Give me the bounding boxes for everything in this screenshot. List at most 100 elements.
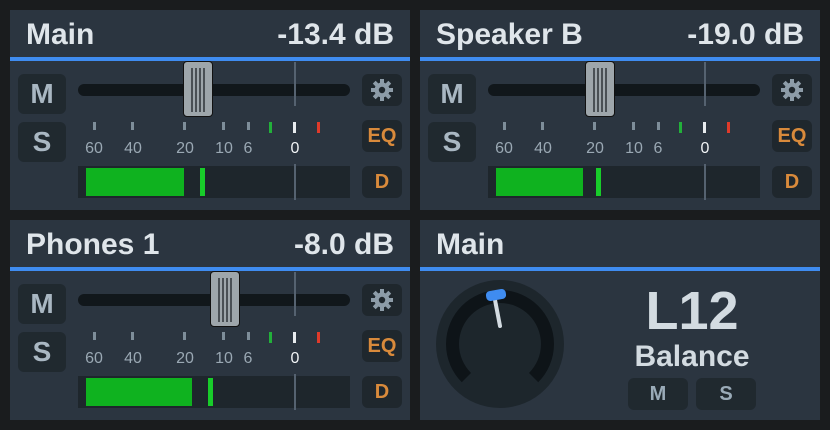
balance-value: L12 xyxy=(645,281,739,341)
scale-tick xyxy=(247,122,250,130)
fader-track[interactable] xyxy=(78,84,350,96)
scale-label-6: 6 xyxy=(243,350,253,367)
knob-graphic xyxy=(446,288,554,383)
unity-line xyxy=(294,164,296,200)
channel-name: Main xyxy=(26,18,95,51)
channel-header: Phones 1 -8.0 dB xyxy=(10,220,410,268)
scale-label-40: 40 xyxy=(124,350,142,367)
channel-strip-phones-1: Phones 1 -8.0 dB M S 60 40 20 10 6 0 EQ … xyxy=(10,220,410,420)
scale-label-60: 60 xyxy=(85,350,103,367)
solo-button[interactable]: S xyxy=(18,122,66,162)
accent-bar xyxy=(420,57,820,61)
eq-button[interactable]: EQ xyxy=(362,330,402,362)
channel-header: Speaker B -19.0 dB xyxy=(420,10,820,58)
channel-name: Phones 1 xyxy=(26,228,160,261)
scale-label-20: 20 xyxy=(586,140,604,157)
accent-bar xyxy=(420,267,820,271)
scale-tick xyxy=(131,332,134,340)
scale-tick-clip xyxy=(317,332,320,343)
settings-button[interactable] xyxy=(772,74,812,106)
scale-tick xyxy=(183,332,186,340)
scale-tick xyxy=(503,122,506,130)
scale-label-6: 6 xyxy=(653,140,663,157)
balance-header: Main xyxy=(420,220,820,268)
scale-label-0: 0 xyxy=(290,140,300,157)
scale-tick xyxy=(183,122,186,130)
unity-line xyxy=(704,164,706,200)
solo-button[interactable]: S xyxy=(428,122,476,162)
scale-label-10: 10 xyxy=(215,350,233,367)
gain-readout: -13.4 dB xyxy=(277,18,394,51)
scale-label-10: 10 xyxy=(215,140,233,157)
balance-knob[interactable] xyxy=(436,280,564,408)
d-button[interactable]: D xyxy=(362,376,402,408)
scale-label-40: 40 xyxy=(124,140,142,157)
scale-label-20: 20 xyxy=(176,140,194,157)
scale-tick xyxy=(247,332,250,340)
mute-button[interactable]: M xyxy=(428,74,476,114)
scale-tick-zero xyxy=(703,122,706,133)
scale-label-0: 0 xyxy=(290,350,300,367)
knob-pointer xyxy=(493,298,502,328)
scale-label-60: 60 xyxy=(495,140,513,157)
scale-tick-clip xyxy=(727,122,730,133)
scale-tick-green xyxy=(269,332,272,343)
balance-solo-button[interactable]: S xyxy=(696,378,756,410)
balance-mute-button[interactable]: M xyxy=(628,378,688,410)
mute-button[interactable]: M xyxy=(18,74,66,114)
scale-tick xyxy=(222,332,225,340)
unity-line xyxy=(294,272,296,316)
meter-fill xyxy=(86,378,193,406)
peak-indicator xyxy=(200,168,205,196)
eq-button[interactable]: EQ xyxy=(362,120,402,152)
eq-button[interactable]: EQ xyxy=(772,120,812,152)
scale-tick xyxy=(541,122,544,130)
scale-label-0: 0 xyxy=(700,140,710,157)
channel-strip-speaker-b: Speaker B -19.0 dB M S 60 40 20 10 6 0 E… xyxy=(420,10,820,210)
settings-button[interactable] xyxy=(362,74,402,106)
unity-line xyxy=(294,62,296,106)
gain-readout: -8.0 dB xyxy=(293,228,394,261)
gear-icon xyxy=(781,79,803,101)
balance-channel-name: Main xyxy=(436,228,505,261)
accent-bar xyxy=(10,267,410,271)
scale-label-60: 60 xyxy=(85,140,103,157)
scale-tick xyxy=(93,332,96,340)
meter-fill xyxy=(86,168,184,196)
scale-tick xyxy=(593,122,596,130)
gear-icon xyxy=(371,289,393,311)
channel-strip-main: Main -13.4 dB M S 60 40 20 10 6 0 EQ D xyxy=(10,10,410,210)
mute-button[interactable]: M xyxy=(18,284,66,324)
channel-name: Speaker B xyxy=(436,18,583,51)
peak-indicator xyxy=(208,378,213,406)
d-button[interactable]: D xyxy=(772,166,812,198)
fader-handle[interactable] xyxy=(584,61,615,117)
balance-label: Balance xyxy=(634,340,750,373)
scale-label-6: 6 xyxy=(243,140,253,157)
unity-line xyxy=(294,374,296,410)
scale-tick-green xyxy=(269,122,272,133)
scale-tick xyxy=(131,122,134,130)
balance-panel: Main L12 Balance M S xyxy=(420,220,820,420)
scale-tick-zero xyxy=(293,122,296,133)
scale-tick-zero xyxy=(293,332,296,343)
peak-indicator xyxy=(596,168,601,196)
scale-tick-green xyxy=(679,122,682,133)
scale-label-10: 10 xyxy=(625,140,643,157)
scale-tick xyxy=(93,122,96,130)
gear-icon xyxy=(371,79,393,101)
d-button[interactable]: D xyxy=(362,166,402,198)
meter-fill xyxy=(496,168,584,196)
channel-header: Main -13.4 dB xyxy=(10,10,410,58)
fader-handle[interactable] xyxy=(182,61,213,117)
scale-label-40: 40 xyxy=(534,140,552,157)
unity-line xyxy=(704,62,706,106)
fader-handle[interactable] xyxy=(209,271,240,327)
scale-tick-clip xyxy=(317,122,320,133)
fader-track[interactable] xyxy=(488,84,760,96)
scale-tick xyxy=(222,122,225,130)
solo-button[interactable]: S xyxy=(18,332,66,372)
settings-button[interactable] xyxy=(362,284,402,316)
scale-tick xyxy=(657,122,660,130)
scale-tick xyxy=(632,122,635,130)
